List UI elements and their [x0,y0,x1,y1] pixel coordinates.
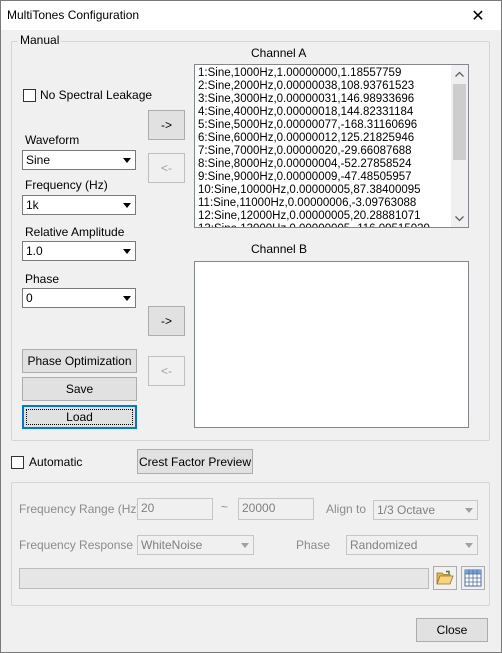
open-folder-button[interactable] [433,566,457,590]
frequency-range-label: Frequency Range (Hz) [19,502,141,516]
frequency-response-value: WhiteNoise [141,538,203,552]
remove-from-channel-a-button[interactable]: <- [148,153,185,183]
auto-phase-label: Phase [296,538,331,552]
align-to-select[interactable]: 1/3 Octave [373,500,478,520]
crest-factor-preview-button[interactable]: Crest Factor Preview [137,449,253,474]
phase-value: 0 [26,291,33,305]
channel-a-item[interactable]: 6:Sine,6000Hz,0.00000012,125.21825946 [198,132,450,145]
dialog-window: MultiTones Configuration ✕ Manual No Spe… [0,0,502,653]
channel-a-item[interactable]: 13:Sine,13000Hz,0.00000005,-116.09515029 [198,223,450,227]
load-button-label: Load [66,410,93,424]
waveform-select[interactable]: Sine [22,150,136,170]
channel-a-item[interactable]: 12:Sine,12000Hz,0.00000005,20.28881071 [198,210,450,223]
frequency-range-from-input[interactable]: 20 [137,498,213,520]
align-to-value: 1/3 Octave [377,503,436,517]
frequency-label: Frequency (Hz) [25,178,108,192]
relative-amplitude-label: Relative Amplitude [25,225,125,239]
channel-a-item[interactable]: 5:Sine,5000Hz,0.00000077,-168.31160696 [198,119,450,132]
chevron-down-icon [119,197,134,213]
frequency-range-to-input[interactable]: 20000 [238,498,314,520]
channel-a-item[interactable]: 7:Sine,7000Hz,0.00000020,-29.66087688 [198,145,450,158]
automatic-label: Automatic [29,455,83,469]
channel-a-items: 1:Sine,1000Hz,1.00000000,1.18557759 2:Sin… [198,67,450,227]
channel-b-label: Channel B [251,242,308,256]
window-title: MultiTones Configuration [7,8,140,22]
waveform-label: Waveform [25,133,80,147]
folder-open-icon [436,570,454,585]
table-view-button[interactable] [461,566,485,590]
load-button[interactable]: Load [22,405,137,429]
frequency-select[interactable]: 1k [22,195,136,215]
chevron-down-icon [461,537,476,553]
channel-a-item[interactable]: 1:Sine,1000Hz,1.00000000,1.18557759 [198,67,450,80]
auto-phase-select[interactable]: Randomized [346,535,478,555]
frequency-response-label: Frequency Response [19,538,134,552]
channel-b-listbox[interactable] [194,261,469,428]
chevron-down-icon [119,152,134,168]
scroll-down-icon[interactable] [451,210,468,227]
channel-a-item[interactable]: 8:Sine,8000Hz,0.00000004,-52.27858524 [198,158,450,171]
phase-select[interactable]: 0 [22,288,136,308]
waveform-value: Sine [26,153,51,167]
automatic-checkbox[interactable] [11,456,24,469]
scroll-up-icon[interactable] [451,65,468,82]
channel-a-item[interactable]: 10:Sine,10000Hz,0.00000005,87.38400095 [198,184,450,197]
align-to-label: Align to [326,502,367,516]
channel-a-listbox[interactable]: 1:Sine,1000Hz,1.00000000,1.18557759 2:Sin… [194,64,469,228]
channel-a-item[interactable]: 3:Sine,3000Hz,0.00000031,146.98933696 [198,93,450,106]
relative-amplitude-select[interactable]: 1.0 [22,241,136,261]
no-spectral-leakage-label: No Spectral Leakage [40,88,153,102]
frequency-response-select[interactable]: WhiteNoise [137,535,254,555]
move-to-channel-b-button[interactable]: -> [148,306,185,336]
progress-bar [19,568,429,589]
chevron-down-icon [237,537,252,553]
phase-optimization-button[interactable]: Phase Optimization [22,349,137,373]
save-button[interactable]: Save [22,377,137,401]
chevron-down-icon [461,502,476,518]
scroll-thumb[interactable] [453,84,466,160]
no-spectral-leakage-checkbox[interactable] [23,89,36,102]
close-button[interactable]: Close [416,618,488,642]
relative-amplitude-value: 1.0 [26,244,43,258]
channel-a-item[interactable]: 11:Sine,11000Hz,0.00000006,-3.09763088 [198,197,450,210]
channel-a-item[interactable]: 9:Sine,9000Hz,0.00000009,-47.48505957 [198,171,450,184]
manual-group-label: Manual [18,33,62,47]
move-to-channel-a-button[interactable]: -> [148,110,185,140]
frequency-value: 1k [26,198,39,212]
close-icon[interactable]: ✕ [455,1,501,30]
channel-a-item[interactable]: 2:Sine,2000Hz,0.00000038,108.93761523 [198,80,450,93]
phase-label: Phase [25,272,60,286]
channel-a-item[interactable]: 4:Sine,4000Hz,0.00000018,144.82331184 [198,106,450,119]
auto-phase-value: Randomized [350,538,418,552]
remove-from-channel-b-button[interactable]: <- [148,356,185,386]
channel-a-scrollbar[interactable] [451,65,468,227]
frequency-range-separator: ~ [221,500,229,514]
channel-a-label: Channel A [251,46,307,60]
table-icon [464,569,482,587]
title-bar: MultiTones Configuration ✕ [1,1,501,30]
chevron-down-icon [119,290,134,306]
chevron-down-icon [119,243,134,259]
